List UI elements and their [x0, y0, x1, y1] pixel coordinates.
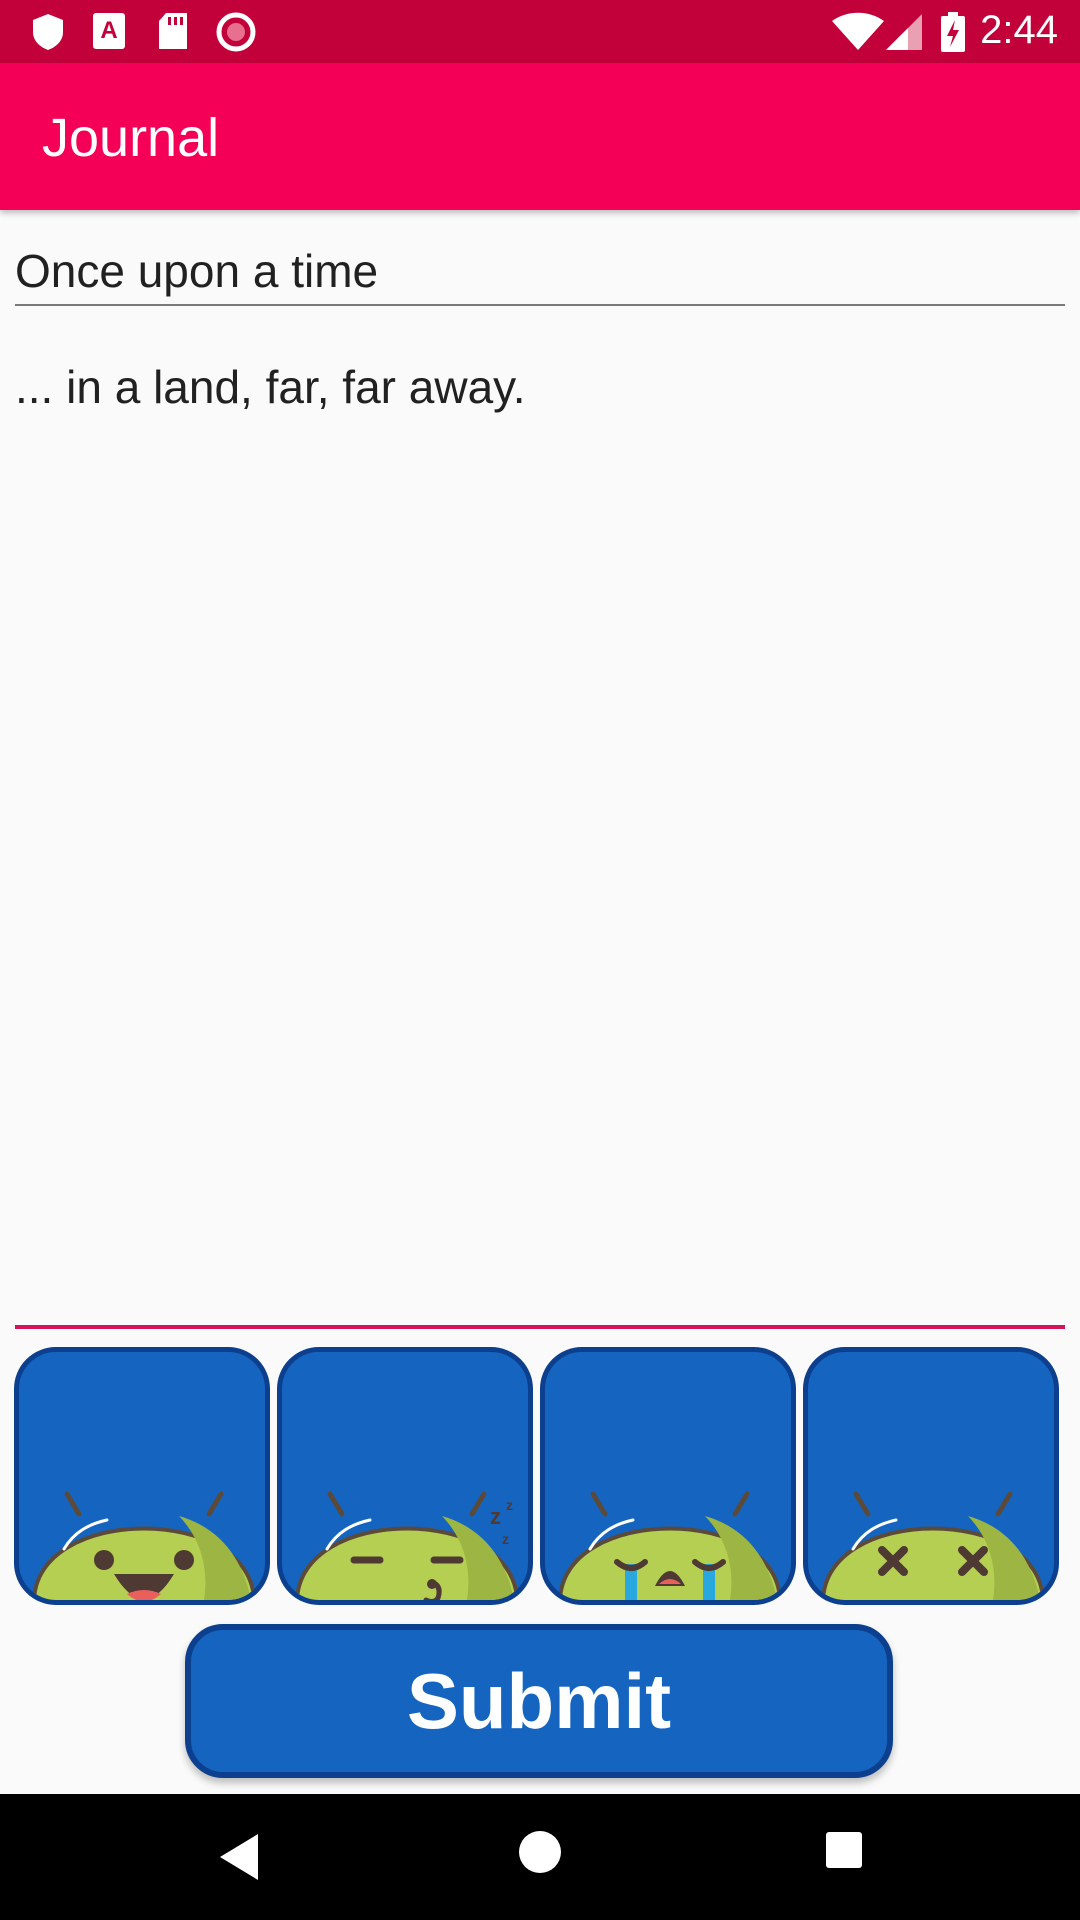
entry-body-input[interactable]: ... in a land, far, far away. [15, 340, 1065, 1329]
svg-text:z: z [502, 1531, 509, 1547]
mood-selector: z z z [14, 1347, 1066, 1609]
record-icon [216, 12, 256, 52]
dead-android-icon [821, 1491, 1045, 1600]
wifi-icon [832, 12, 884, 50]
back-icon[interactable] [214, 1830, 264, 1884]
svg-text:z: z [490, 1504, 501, 1529]
sleepy-android-icon: z z z [295, 1491, 519, 1600]
mood-button-sleepy[interactable]: z z z [277, 1347, 533, 1605]
recents-icon[interactable] [824, 1830, 864, 1870]
home-icon[interactable] [518, 1830, 562, 1874]
crying-android-icon [558, 1491, 782, 1600]
status-time: 2:44 [980, 8, 1058, 52]
a-icon: A [93, 13, 125, 49]
sd-card-icon [159, 13, 187, 49]
shield-icon [33, 14, 63, 50]
mood-button-sad[interactable] [540, 1347, 796, 1605]
mood-button-happy[interactable] [14, 1347, 270, 1605]
signal-icon [886, 14, 922, 50]
entry-title-value: Once upon a time [15, 245, 379, 297]
entry-body-value: ... in a land, far, far away. [15, 361, 526, 413]
svg-text:A: A [100, 17, 117, 44]
entry-title-input[interactable]: Once upon a time [15, 232, 1065, 306]
mood-button-dead[interactable] [803, 1347, 1059, 1605]
submit-button[interactable]: Submit [185, 1624, 893, 1778]
svg-text:z: z [506, 1497, 513, 1513]
battery-charging-icon [941, 12, 965, 52]
app-bar: Journal [0, 63, 1080, 210]
status-bar: A 2:44 [0, 0, 1080, 63]
app-title: Journal [42, 108, 220, 168]
happy-android-icon [32, 1491, 256, 1600]
navigation-bar [0, 1794, 1080, 1920]
